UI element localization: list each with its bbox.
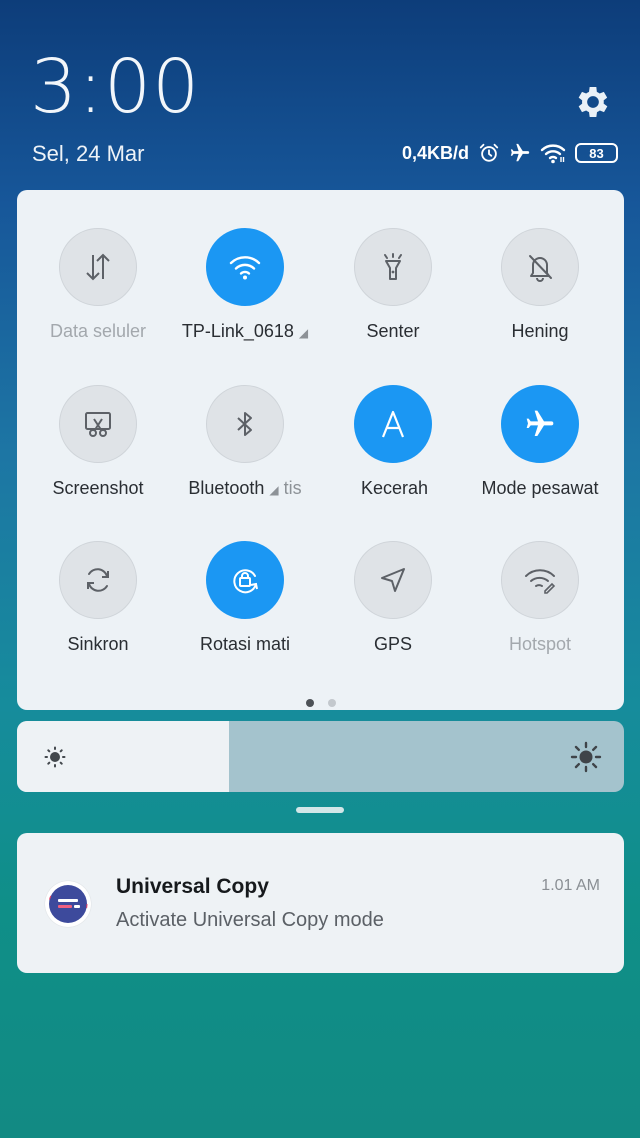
letter-a-icon — [381, 410, 405, 438]
tile-label: Hotspot — [508, 634, 572, 654]
tile-label: Bluetooth ◢ tis — [188, 478, 302, 498]
expand-triangle-icon[interactable]: ◢ — [269, 483, 278, 497]
date-label: Sel, 24 Mar — [32, 141, 145, 166]
airplane-icon — [526, 410, 554, 436]
brightness-high-icon — [570, 741, 602, 778]
tile-kecerahan-otomatis[interactable]: Kecerah — [323, 385, 463, 499]
tile-hotspot[interactable]: Hotspot — [470, 541, 610, 655]
tile-label: TP-Link_0618 ◢ — [181, 321, 309, 341]
data-arrows-icon — [86, 253, 110, 281]
tile-data-seluler[interactable]: Data seluler — [28, 228, 168, 342]
tile-circle[interactable] — [59, 541, 137, 619]
brightness-slider[interactable] — [17, 721, 624, 792]
tile-gps[interactable]: GPS — [323, 541, 463, 655]
quick-settings-panel: Data seluler TP-Link_0618 ◢ Senter Henin… — [17, 190, 624, 710]
tile-circle[interactable] — [354, 385, 432, 463]
tile-label: Data seluler — [49, 321, 147, 341]
drag-handle[interactable] — [296, 807, 344, 813]
scissors-icon — [85, 412, 111, 437]
network-speed: 0,4KB/d — [401, 142, 469, 163]
tile-circle[interactable] — [501, 385, 579, 463]
tile-rotasi[interactable]: Rotasi mati — [175, 541, 315, 655]
gear-icon[interactable] — [573, 82, 613, 122]
expand-triangle-icon[interactable]: ◢ — [299, 326, 308, 340]
battery-indicator: 83 — [575, 143, 618, 163]
tile-label: GPS — [373, 634, 412, 654]
tile-hening[interactable]: Hening — [470, 228, 610, 342]
tile-senter[interactable]: Senter — [323, 228, 463, 342]
tile-bluetooth[interactable]: Bluetooth ◢ tis — [175, 385, 315, 499]
overlap-text: tis — [283, 478, 302, 498]
notification-time: 1.01 AM — [541, 877, 600, 894]
tile-circle[interactable] — [354, 541, 432, 619]
sync-icon — [87, 568, 109, 592]
notification-body: Activate Universal Copy mode — [116, 909, 384, 931]
notification-title: Universal Copy — [116, 875, 269, 898]
tile-mode-pesawat[interactable]: Mode pesawat — [470, 385, 610, 499]
tile-label: Kecerah — [361, 478, 429, 498]
hotspot-icon — [525, 569, 556, 594]
page-dot-active[interactable] — [305, 699, 314, 707]
tile-wifi[interactable]: TP-Link_0618 ◢ — [175, 228, 315, 342]
tile-label: Screenshot — [52, 478, 144, 498]
tile-circle[interactable] — [501, 541, 579, 619]
tile-circle[interactable] — [59, 385, 137, 463]
tile-circle[interactable] — [206, 385, 284, 463]
location-arrow-icon — [381, 568, 405, 592]
airplane-icon — [509, 142, 531, 164]
tile-circle[interactable] — [206, 541, 284, 619]
tile-circle[interactable] — [354, 228, 432, 306]
tile-circle[interactable] — [501, 228, 579, 306]
brightness-low-icon — [43, 745, 67, 774]
flashlight-icon — [384, 253, 402, 280]
bluetooth-icon — [237, 412, 252, 436]
tile-label: Hening — [511, 321, 569, 341]
tile-label: Sinkron — [67, 634, 129, 654]
page-indicator — [17, 694, 624, 712]
tile-circle[interactable] — [59, 228, 137, 306]
wifi-icon — [540, 142, 566, 164]
bell-off-icon — [529, 255, 552, 282]
tile-label: Senter — [366, 321, 420, 341]
rotation-lock-icon — [233, 569, 258, 594]
tile-circle[interactable] — [206, 228, 284, 306]
notification-card[interactable]: Universal Copy Activate Universal Copy m… — [17, 833, 624, 973]
battery-level: 83 — [589, 145, 604, 161]
page-dot[interactable] — [327, 699, 336, 707]
tile-label: Mode pesawat — [481, 478, 599, 498]
status-bar: 0,4KB/d 83 — [402, 140, 618, 166]
tile-label: Rotasi mati — [199, 634, 291, 654]
lock-clock: 3:00 — [30, 44, 201, 130]
alarm-icon — [478, 142, 500, 164]
universal-copy-app-icon — [45, 881, 91, 927]
tile-screenshot[interactable]: Screenshot — [28, 385, 168, 499]
wifi-icon — [229, 256, 261, 280]
tile-sinkron[interactable]: Sinkron — [28, 541, 168, 655]
